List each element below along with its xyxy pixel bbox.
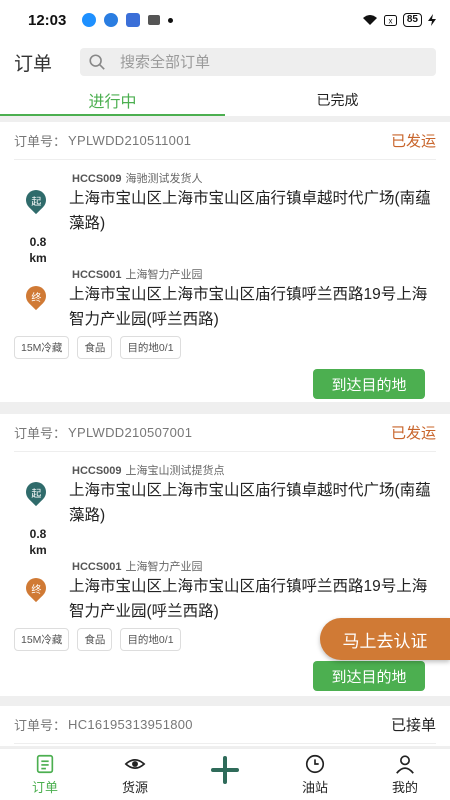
order-tabs: 进行中 已完成 bbox=[0, 84, 450, 116]
distance: 0.8 km bbox=[20, 526, 56, 558]
app-header: 订单 bbox=[0, 40, 450, 84]
page-title: 订单 bbox=[14, 53, 53, 75]
nav-label-profile: 我的 bbox=[391, 780, 418, 795]
end-stop-label: 上海智力产业园 bbox=[125, 269, 203, 281]
charging-icon bbox=[428, 14, 436, 26]
start-marker-text: 起 bbox=[31, 196, 41, 208]
start-stop-code: HCCS009 bbox=[72, 173, 122, 185]
tag-destination-progress: 目的地0/1 bbox=[120, 628, 181, 651]
distance-unit: km bbox=[29, 543, 47, 557]
distance-value: 0.8 bbox=[29, 527, 47, 541]
start-stop-name: HCCS009 海驰测试发货人 bbox=[72, 170, 203, 186]
plus-icon bbox=[211, 756, 239, 784]
distance-value: 0.8 bbox=[29, 235, 47, 249]
nav-label-orders: 订单 bbox=[31, 780, 58, 795]
distance-unit: km bbox=[29, 251, 47, 265]
end-marker-icon: 终 bbox=[21, 281, 51, 311]
svg-text:x: x bbox=[388, 16, 392, 25]
order-tags: 15M冷藏 食品 目的地0/1 bbox=[14, 628, 181, 651]
order-number: YPLWDD210507001 bbox=[68, 425, 193, 440]
tab-completed[interactable]: 已完成 bbox=[225, 84, 450, 116]
tag-vehicle: 15M冷藏 bbox=[14, 336, 70, 359]
message-icon bbox=[126, 13, 140, 27]
order-header: 订单号： HC16195313951800 已接单 bbox=[14, 706, 436, 744]
end-stop-code: HCCS001 bbox=[72, 561, 122, 573]
arrive-destination-button[interactable]: 到达目的地 bbox=[313, 369, 425, 399]
tag-vehicle: 15M冷藏 bbox=[14, 628, 70, 651]
order-number-label: 订单号： bbox=[14, 134, 67, 149]
go-certify-button[interactable]: 马上去认证 bbox=[320, 618, 450, 660]
wifi-icon bbox=[362, 15, 377, 25]
tag-goods: 食品 bbox=[77, 628, 113, 651]
tag-destination-progress: 目的地0/1 bbox=[120, 336, 181, 359]
tag-goods: 食品 bbox=[77, 336, 113, 359]
more-dot-icon bbox=[168, 17, 173, 23]
nav-item-add[interactable] bbox=[180, 749, 270, 800]
system-icons: x 85 bbox=[362, 13, 436, 27]
notification-icons bbox=[82, 13, 173, 27]
nav-item-cargo[interactable]: 货源 bbox=[90, 749, 180, 800]
battery-indicator: 85 bbox=[402, 13, 422, 27]
end-stop-name: HCCS001 上海智力产业园 bbox=[72, 558, 203, 574]
start-marker-text: 起 bbox=[31, 488, 41, 500]
start-stop-label: 海驰测试发货人 bbox=[125, 173, 203, 185]
order-tags: 15M冷藏 食品 目的地0/1 bbox=[14, 336, 181, 359]
order-number: YPLWDD210511001 bbox=[68, 133, 192, 148]
end-marker-icon: 终 bbox=[21, 573, 51, 603]
tab-in-progress[interactable]: 进行中 bbox=[0, 84, 225, 116]
nav-item-gas-station[interactable]: 油站 bbox=[270, 749, 360, 800]
order-number-label: 订单号： bbox=[14, 426, 67, 441]
nav-item-profile[interactable]: 我的 bbox=[360, 749, 450, 800]
nav-item-orders[interactable]: 订单 bbox=[0, 749, 90, 800]
start-address: 上海市宝山区上海市宝山区庙行镇卓越时代广场(南蕴藻路) bbox=[69, 190, 431, 232]
order-number-label: 订单号： bbox=[14, 718, 67, 733]
end-stop-label: 上海智力产业园 bbox=[125, 561, 203, 573]
end-stop-name: HCCS001 上海智力产业园 bbox=[72, 266, 203, 282]
status-time: 12:03 bbox=[28, 11, 67, 29]
start-address: 上海市宝山区上海市宝山区庙行镇卓越时代广场(南蕴藻路) bbox=[69, 482, 431, 524]
end-marker-text: 终 bbox=[31, 292, 41, 304]
search-icon bbox=[89, 54, 105, 70]
order-number: HC16195313951800 bbox=[68, 717, 193, 732]
order-route: HCCS009 海驰测试发货人 起 上海市宝山区上海市宝山区庙行镇卓越时代广场(南… bbox=[14, 160, 436, 346]
order-card[interactable]: 订单号： YPLWDD210511001 已发运 HCCS009 海驰测试发货人 … bbox=[0, 122, 450, 402]
end-address: 上海市宝山区上海市宝山区庙行镇呼兰西路19号上海智力产业园(呼兰西路) bbox=[69, 578, 428, 620]
start-marker-icon: 起 bbox=[21, 477, 51, 507]
search-input[interactable] bbox=[120, 53, 380, 71]
end-marker-text: 终 bbox=[31, 584, 41, 596]
end-stop-code: HCCS001 bbox=[72, 269, 122, 281]
order-list-icon bbox=[36, 754, 54, 774]
order-status: 已接单 bbox=[390, 717, 436, 734]
order-status: 已发运 bbox=[390, 425, 436, 442]
order-card[interactable]: 订单号： HC16195313951800 已接单 bbox=[0, 706, 450, 746]
end-address: 上海市宝山区上海市宝山区庙行镇呼兰西路19号上海智力产业园(呼兰西路) bbox=[69, 286, 428, 328]
status-bar: 12:03 x 85 bbox=[0, 0, 450, 40]
order-status: 已发运 bbox=[390, 133, 436, 150]
distance: 0.8 km bbox=[20, 234, 56, 266]
search-box[interactable] bbox=[80, 48, 436, 76]
eye-icon bbox=[124, 759, 146, 769]
start-stop-name: HCCS009 上海宝山测试提货点 bbox=[72, 462, 225, 478]
start-stop-label: 上海宝山测试提货点 bbox=[125, 465, 225, 477]
nav-label-gas-station: 油站 bbox=[301, 780, 328, 795]
qq-icon bbox=[82, 13, 96, 27]
nav-label-cargo: 货源 bbox=[121, 780, 148, 795]
start-marker-icon: 起 bbox=[21, 185, 51, 215]
order-header: 订单号： YPLWDD210507001 已发运 bbox=[14, 414, 436, 452]
order-header: 订单号： YPLWDD210511001 已发运 bbox=[14, 122, 436, 160]
start-stop-code: HCCS009 bbox=[72, 465, 122, 477]
bottom-nav: 订单 货源 油站 我的 bbox=[0, 748, 450, 800]
sim-icon: x bbox=[383, 14, 397, 26]
download-icon bbox=[148, 15, 160, 25]
clock-icon bbox=[305, 754, 325, 774]
arrive-destination-button[interactable]: 到达目的地 bbox=[313, 661, 425, 691]
app-notification-icon bbox=[104, 13, 118, 27]
user-icon bbox=[396, 755, 414, 774]
order-route: HCCS009 上海宝山测试提货点 起 上海市宝山区上海市宝山区庙行镇卓越时代广场… bbox=[14, 452, 436, 638]
